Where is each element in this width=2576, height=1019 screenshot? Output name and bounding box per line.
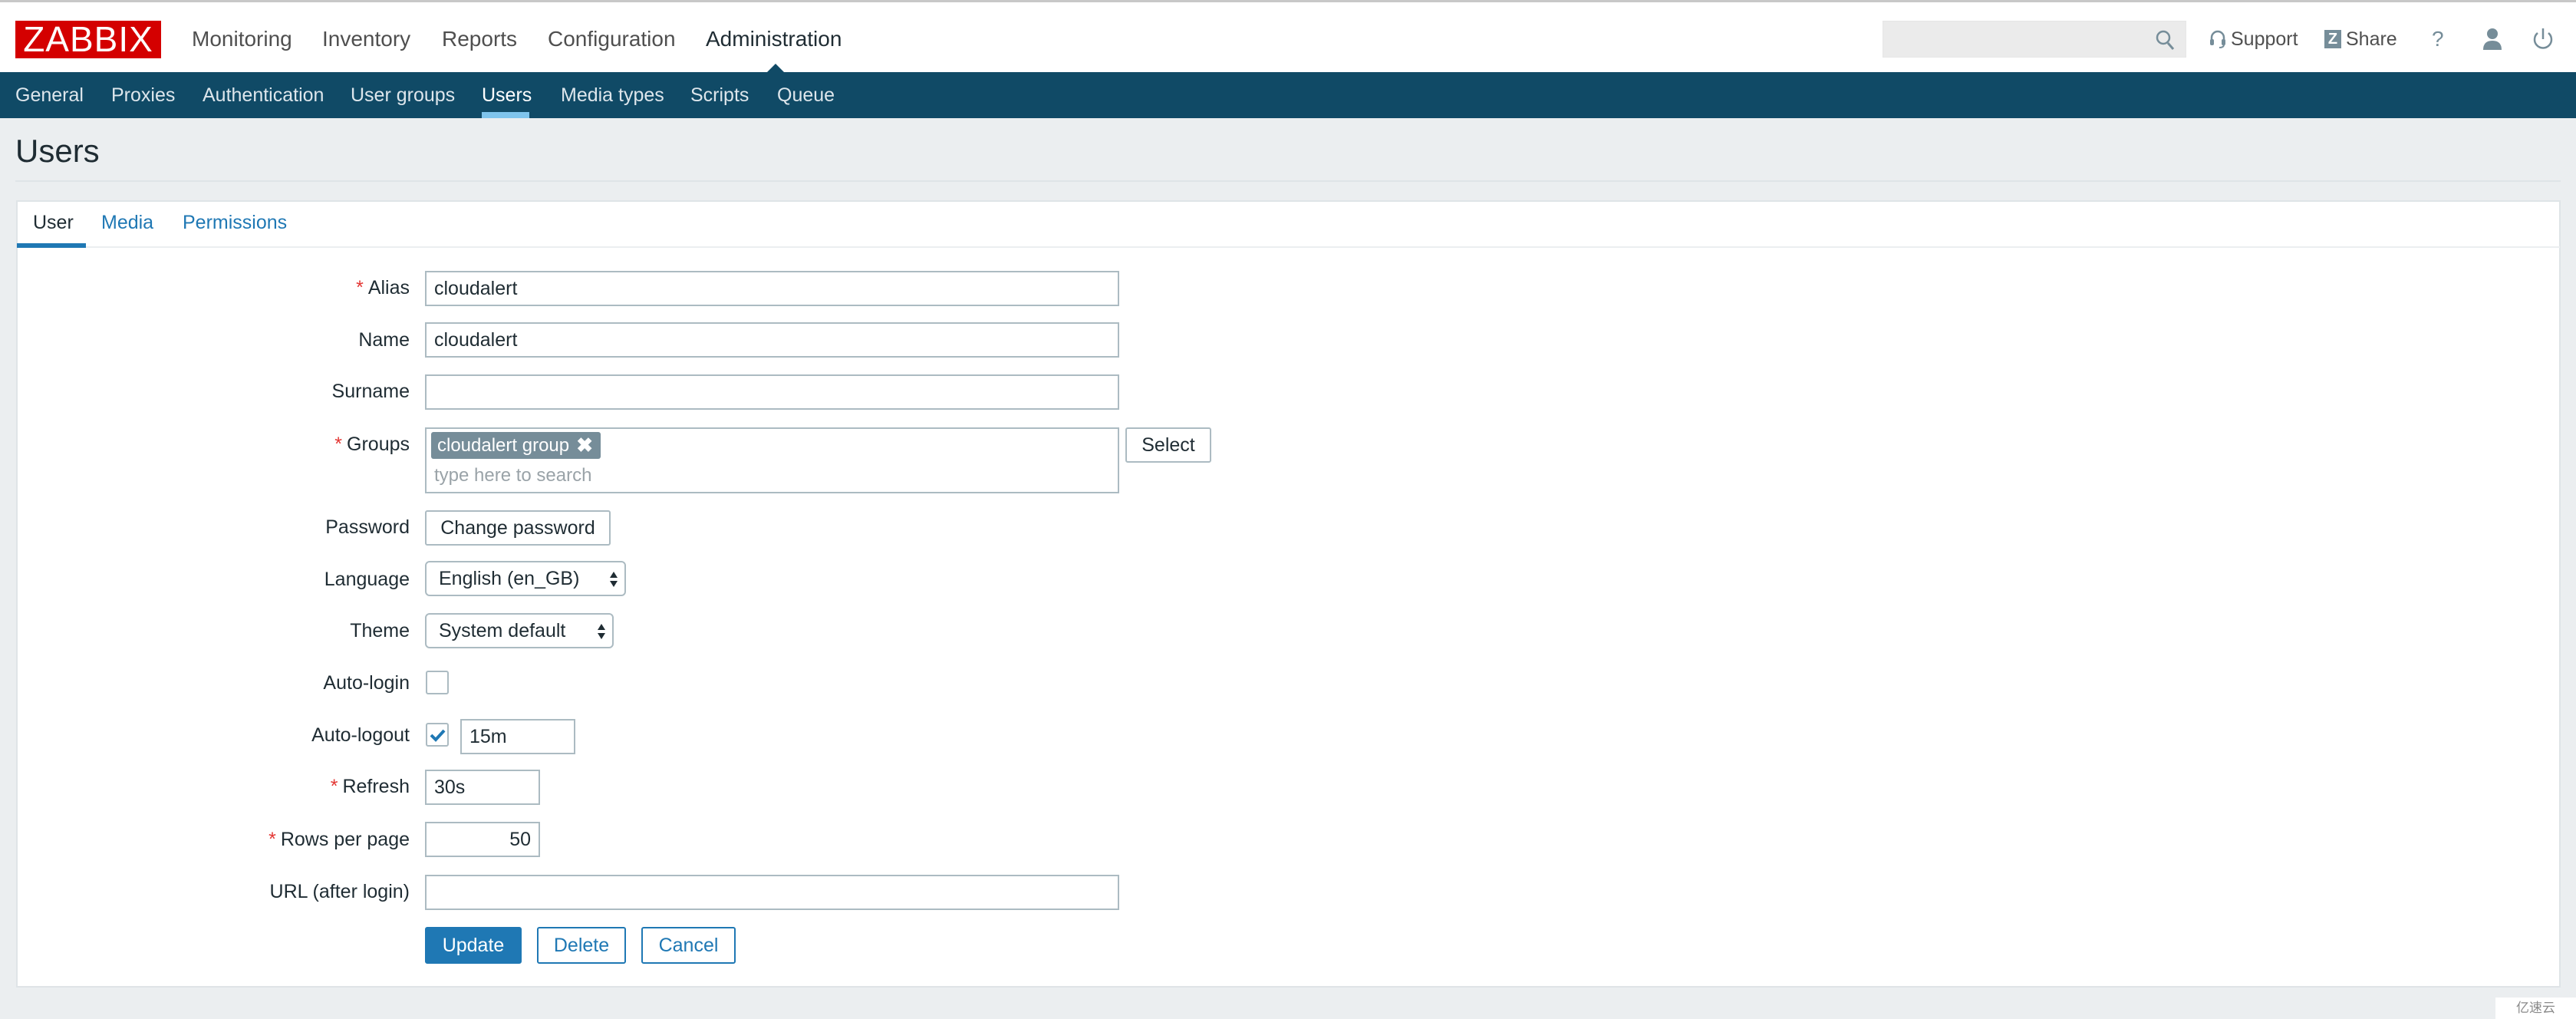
rows-per-page-label: * Rows per page — [268, 828, 410, 851]
support-link[interactable]: Support — [2209, 25, 2298, 53]
select-arrows-icon — [610, 572, 618, 587]
auto-logout-label: Auto-logout — [311, 724, 410, 746]
language-label: Language — [324, 569, 410, 590]
update-button[interactable]: Update — [425, 927, 522, 964]
nav-inventory[interactable]: Inventory — [322, 25, 410, 53]
help-glyph: ? — [2432, 27, 2444, 51]
admin-subnav: General Proxies Authentication User grou… — [0, 72, 2576, 118]
refresh-input[interactable] — [425, 770, 540, 805]
search-icon[interactable] — [2155, 29, 2175, 51]
required-mark: * — [334, 434, 343, 455]
groups-multiselect[interactable]: cloudalert group ✖ — [425, 427, 1119, 493]
nav-configuration[interactable]: Configuration — [548, 25, 676, 53]
groups-search-input[interactable] — [434, 463, 894, 489]
tab-permissions[interactable]: Permissions — [183, 210, 287, 235]
subnav-queue[interactable]: Queue — [777, 83, 835, 107]
name-input[interactable] — [425, 322, 1119, 358]
name-label: Name — [358, 329, 410, 351]
required-mark: * — [330, 776, 338, 797]
top-header: ZABBIX Monitoring Inventory Reports Conf… — [0, 0, 2576, 74]
subnav-authentication[interactable]: Authentication — [203, 83, 324, 107]
nav-administration[interactable]: Administration — [706, 25, 842, 53]
groups-label-text: Groups — [347, 434, 410, 455]
subnav-media-types[interactable]: Media types — [561, 83, 664, 107]
change-password-button[interactable]: Change password — [425, 510, 611, 546]
rows-per-page-label-text: Rows per page — [280, 829, 410, 850]
nav-monitoring[interactable]: Monitoring — [192, 25, 292, 53]
remove-tag-icon[interactable]: ✖ — [576, 432, 593, 459]
surname-input[interactable] — [425, 374, 1119, 410]
watermark: 亿速云 — [2495, 998, 2576, 1019]
url-input[interactable] — [425, 875, 1119, 910]
user-profile-icon[interactable] — [2479, 25, 2505, 53]
share-label: Share — [2346, 28, 2397, 50]
required-mark: * — [356, 277, 364, 298]
alias-label: * Alias — [356, 276, 410, 299]
subnav-proxies[interactable]: Proxies — [111, 83, 175, 107]
auto-logout-checkbox[interactable] — [426, 723, 449, 747]
select-arrows-icon — [598, 624, 605, 639]
active-tab-indicator — [17, 243, 86, 248]
delete-button[interactable]: Delete — [537, 927, 626, 964]
subnav-users[interactable]: Users — [482, 83, 532, 107]
tab-media[interactable]: Media — [101, 210, 153, 235]
headset-icon — [2210, 30, 2225, 48]
password-label: Password — [325, 516, 410, 538]
required-mark: * — [268, 829, 276, 850]
tab-divider — [17, 246, 2560, 248]
rows-per-page-input[interactable] — [425, 822, 540, 857]
alias-input[interactable] — [425, 271, 1119, 306]
refresh-label-text: Refresh — [342, 776, 410, 797]
support-label: Support — [2231, 28, 2298, 50]
group-tag: cloudalert group ✖ — [431, 432, 601, 459]
theme-value: System default — [439, 620, 566, 641]
subnav-general[interactable]: General — [15, 83, 84, 107]
alias-label-text: Alias — [367, 277, 410, 298]
groups-label: * Groups — [334, 433, 410, 456]
nav-reports[interactable]: Reports — [442, 25, 517, 53]
global-search[interactable] — [1883, 21, 2186, 58]
subnav-scripts[interactable]: Scripts — [690, 83, 749, 107]
share-z-icon: Z — [2324, 30, 2341, 48]
share-link[interactable]: Z Share — [2324, 25, 2397, 53]
help-icon[interactable]: ? — [2432, 25, 2444, 53]
title-divider — [15, 180, 2561, 182]
language-select[interactable]: English (en_GB) — [425, 561, 626, 596]
search-input[interactable] — [1883, 21, 2144, 57]
logout-power-icon[interactable] — [2530, 25, 2556, 53]
auto-login-checkbox[interactable] — [426, 671, 449, 694]
refresh-label: * Refresh — [331, 775, 410, 798]
auto-login-label: Auto-login — [323, 672, 410, 694]
zabbix-logo[interactable]: ZABBIX — [15, 21, 161, 58]
group-tag-label: cloudalert group — [437, 435, 570, 456]
theme-select[interactable]: System default — [425, 613, 614, 648]
tab-user[interactable]: User — [33, 210, 74, 235]
theme-label: Theme — [350, 620, 410, 641]
subnav-user-groups[interactable]: User groups — [351, 83, 455, 107]
cancel-button[interactable]: Cancel — [641, 927, 736, 964]
page-title: Users — [15, 133, 100, 169]
auto-logout-input[interactable] — [460, 719, 575, 754]
url-label: URL (after login) — [269, 881, 410, 902]
subnav-active-indicator — [482, 112, 529, 118]
groups-select-button[interactable]: Select — [1125, 427, 1211, 463]
language-value: English (en_GB) — [439, 568, 580, 589]
surname-label: Surname — [331, 381, 410, 402]
checkmark-icon — [430, 729, 446, 742]
user-form-panel — [16, 200, 2561, 988]
